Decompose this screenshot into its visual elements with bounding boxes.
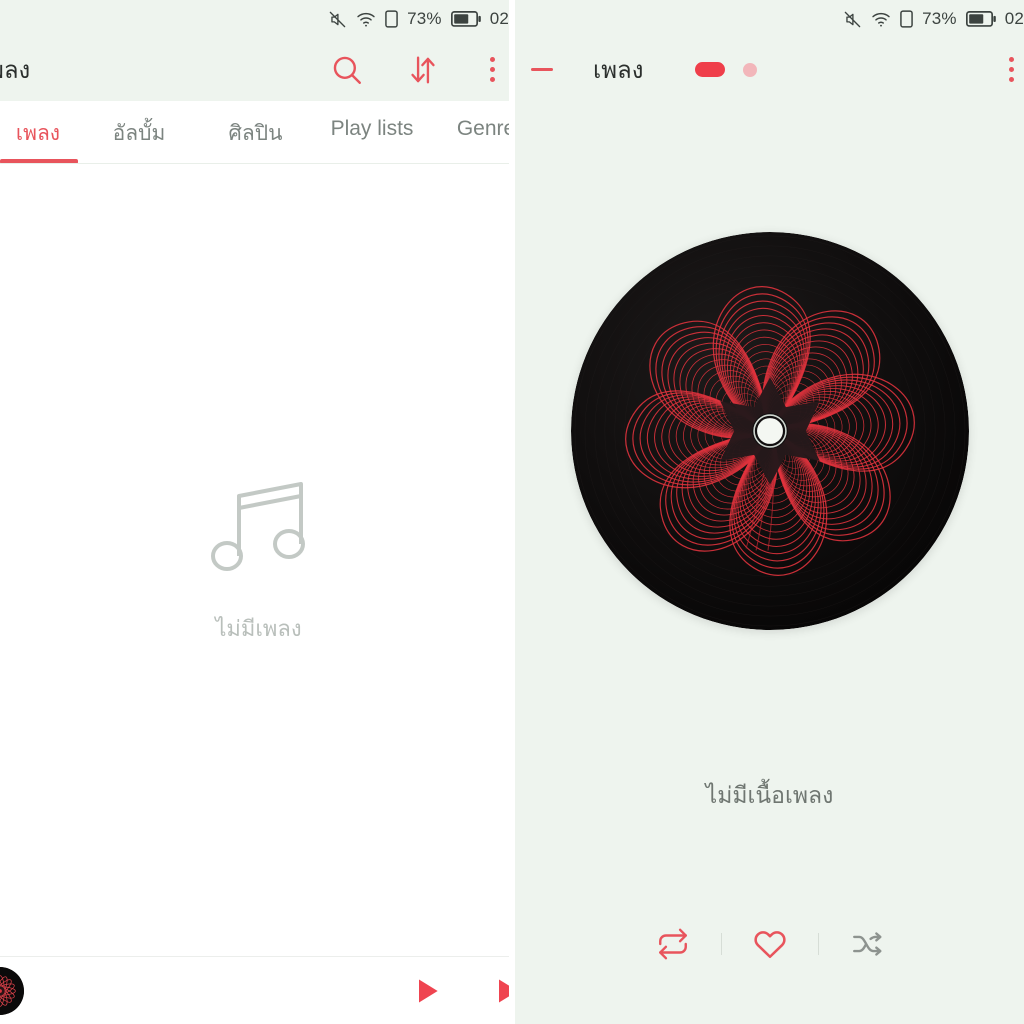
empty-state-message: ไม่มีเพลง [215, 616, 302, 641]
music-note-icon [210, 476, 307, 585]
battery-icon [450, 11, 481, 27]
album-art-area [515, 101, 1024, 761]
now-playing-title: เพลง [593, 57, 644, 84]
tab-bar: เพลง อัลบั้ม ศิลปิน Play lists Genre [0, 101, 509, 164]
battery-percent-label: 73% [922, 9, 957, 28]
page-indicator [695, 62, 758, 77]
sim-card-icon [900, 10, 913, 28]
sort-icon[interactable] [408, 54, 438, 86]
tab-albums[interactable]: อัลบั้ม [80, 101, 198, 150]
status-bar-left: 73% 02 [0, 0, 509, 38]
battery-percent-label: 73% [407, 9, 442, 28]
wifi-icon [871, 11, 891, 28]
mini-player-bar [0, 956, 509, 1024]
vinyl-record-album-art[interactable] [570, 232, 969, 630]
page-indicator-dot-active[interactable] [695, 62, 726, 77]
collapse-icon[interactable] [529, 57, 555, 83]
repeat-icon[interactable] [625, 927, 721, 961]
play-icon[interactable] [411, 975, 443, 1007]
page-title: พลง [0, 57, 31, 84]
left-panel-song-list: 73% 02 พลง [0, 0, 509, 1024]
playback-options-bar [515, 926, 1024, 962]
tab-bar-divider [0, 163, 509, 164]
right-app-bar: เพลง [515, 38, 1024, 101]
tab-songs[interactable]: เพลง [0, 101, 80, 150]
status-bar-right: 73% 02 [515, 0, 1024, 38]
sim-card-icon [385, 10, 398, 28]
shuffle-icon[interactable] [819, 927, 915, 961]
right-panel-now-playing: 73% 02 เพลง ไม่มีเนื้อเพลง [515, 0, 1024, 1024]
clock-label: 02 [1004, 9, 1024, 28]
wifi-icon [356, 11, 376, 28]
next-track-icon[interactable] [491, 975, 509, 1007]
left-app-bar: พลง [0, 38, 509, 101]
page-indicator-dot-inactive[interactable] [743, 62, 758, 77]
favorite-heart-icon[interactable] [722, 926, 818, 962]
dual-screenshot-container: 73% 02 พลง [0, 0, 1024, 1024]
album-art-thumbnail[interactable] [0, 966, 24, 1015]
search-icon[interactable] [330, 53, 364, 87]
mute-icon [328, 10, 347, 29]
tab-genre[interactable]: Genre [431, 101, 509, 141]
overflow-menu-icon[interactable] [1001, 53, 1024, 86]
tab-playlists[interactable]: Play lists [313, 101, 431, 141]
lyrics-placeholder: ไม่มีเนื้อเพลง [705, 782, 834, 808]
overflow-menu-icon[interactable] [482, 53, 503, 86]
clock-label: 02 [489, 9, 509, 28]
tab-artists[interactable]: ศิลปิน [198, 101, 313, 150]
battery-icon [965, 11, 996, 27]
empty-state: ไม่มีเพลง [0, 166, 509, 956]
mute-icon [843, 10, 862, 29]
